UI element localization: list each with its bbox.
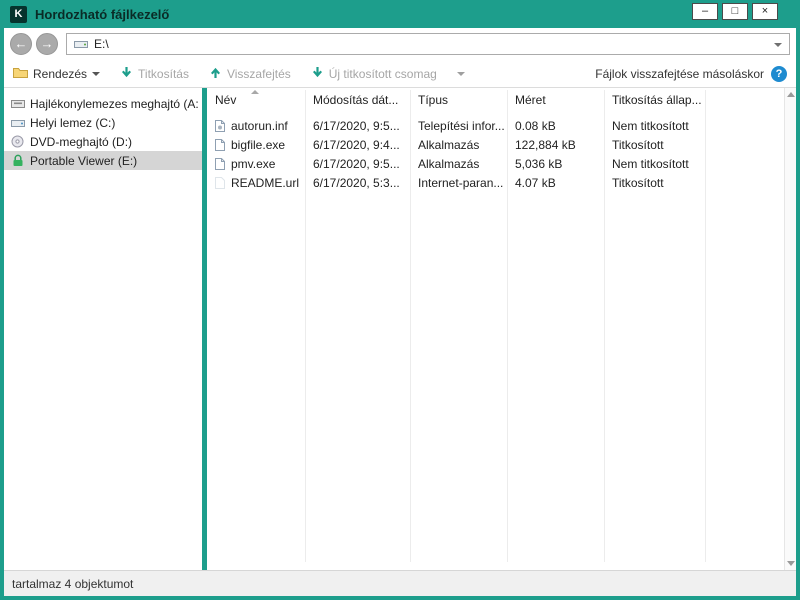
organize-dropdown-icon — [92, 72, 100, 76]
minimize-button[interactable]: – — [692, 3, 718, 20]
column-header-type[interactable]: Típus — [410, 88, 507, 112]
decrypt-arrow-icon — [209, 66, 222, 82]
sidebar-item-label: DVD-meghajtó (D:) — [30, 135, 132, 149]
file-row[interactable]: pmv.exe 6/17/2020, 9:5... Alkalmazás 5,0… — [207, 154, 784, 173]
application-file-icon — [213, 157, 226, 171]
new-package-label: Új titkosított csomag — [329, 67, 437, 81]
toolbar-right-group: Fájlok visszafejtése másoláskor ? — [595, 66, 787, 82]
navigation-bar: ← → E:\ — [4, 28, 796, 60]
window-title: Hordozható fájlkezelő — [35, 7, 169, 22]
help-info-icon[interactable]: ? — [771, 66, 787, 82]
file-size: 4.07 kB — [507, 176, 604, 190]
file-size: 5,036 kB — [507, 157, 604, 171]
file-type: Telepítési infor... — [410, 119, 507, 133]
file-type: Internet-paran... — [410, 176, 507, 190]
sort-ascending-icon — [251, 90, 259, 94]
file-name: autorun.inf — [231, 119, 288, 133]
new-package-dropdown[interactable] — [457, 72, 465, 76]
sidebar-item-label: Portable Viewer (E:) — [30, 154, 137, 168]
file-row[interactable]: autorun.inf 6/17/2020, 9:5... Telepítési… — [207, 116, 784, 135]
file-encryption-status: Titkosított — [604, 138, 705, 152]
sidebar-item-dvd-d[interactable]: DVD-meghajtó (D:) — [4, 132, 202, 151]
sidebar-item-local-c[interactable]: Helyi lemez (C:) — [4, 113, 202, 132]
encrypt-button[interactable]: Titkosítás — [120, 66, 189, 82]
column-header-status[interactable]: Titkosítás állap... — [604, 88, 705, 112]
address-dropdown-icon[interactable] — [774, 43, 782, 47]
back-button[interactable]: ← — [10, 33, 32, 55]
close-button[interactable]: × — [752, 3, 778, 20]
new-package-arrow-icon — [311, 66, 324, 82]
file-encryption-status: Titkosított — [604, 176, 705, 190]
status-text: tartalmaz 4 objektumot — [12, 577, 133, 591]
portable-file-manager-window: K Hordozható fájlkezelő – □ × ← → E:\ — [0, 0, 800, 600]
decrypt-button[interactable]: Visszafejtés — [209, 66, 291, 82]
hard-disk-icon — [10, 117, 25, 129]
encrypt-label: Titkosítás — [138, 67, 189, 81]
file-name: README.url — [231, 176, 299, 190]
scroll-down-icon[interactable] — [787, 561, 795, 566]
organize-button[interactable]: Rendezés — [13, 66, 100, 81]
new-encrypted-package-button[interactable]: Új titkosított csomag — [311, 66, 437, 82]
file-type: Alkalmazás — [410, 157, 507, 171]
application-file-icon — [213, 138, 226, 152]
client-area: ← → E:\ Rendezés — [4, 28, 796, 596]
floppy-drive-icon — [10, 98, 25, 110]
decrypt-on-copy-label[interactable]: Fájlok visszafejtése másoláskor — [595, 67, 764, 81]
lock-icon — [10, 154, 25, 167]
vertical-scrollbar[interactable] — [784, 88, 796, 570]
scroll-up-icon[interactable] — [787, 92, 795, 97]
file-modified: 6/17/2020, 5:3... — [305, 176, 410, 190]
drive-icon — [73, 38, 88, 50]
toolbar: Rendezés Titkosítás Visszafejtés Új — [4, 60, 796, 88]
decrypt-label: Visszafejtés — [227, 67, 291, 81]
file-encryption-status: Nem titkosított — [604, 157, 705, 171]
drive-sidebar: Hajlékonylemezes meghajtó (A: Helyi leme… — [4, 88, 202, 570]
content-area: Hajlékonylemezes meghajtó (A: Helyi leme… — [4, 88, 796, 570]
new-package-dropdown-icon — [457, 72, 465, 76]
file-rows: autorun.inf 6/17/2020, 9:5... Telepítési… — [207, 116, 784, 192]
file-type: Alkalmazás — [410, 138, 507, 152]
column-header-modified[interactable]: Módosítás dát... — [305, 88, 410, 112]
kaspersky-logo-icon: K — [10, 6, 27, 23]
file-modified: 6/17/2020, 9:4... — [305, 138, 410, 152]
column-header-size[interactable]: Méret — [507, 88, 604, 112]
list-header: Név Módosítás dát... Típus Méret Titkosí… — [207, 88, 784, 112]
encrypt-arrow-icon — [120, 66, 133, 82]
file-list: Név Módosítás dát... Típus Méret Titkosí… — [207, 88, 784, 570]
file-row[interactable]: README.url 6/17/2020, 5:3... Internet-pa… — [207, 173, 784, 192]
sidebar-item-label: Helyi lemez (C:) — [30, 116, 115, 130]
address-text: E:\ — [94, 37, 109, 51]
sidebar-item-label: Hajlékonylemezes meghajtó (A: — [30, 97, 199, 111]
file-size: 122,884 kB — [507, 138, 604, 152]
url-file-icon — [213, 176, 226, 190]
dvd-drive-icon — [10, 135, 25, 148]
forward-button[interactable]: → — [36, 33, 58, 55]
titlebar[interactable]: K Hordozható fájlkezelő – □ × — [0, 0, 800, 28]
file-encryption-status: Nem titkosított — [604, 119, 705, 133]
file-size: 0.08 kB — [507, 119, 604, 133]
organize-folder-icon — [13, 66, 28, 81]
column-header-name[interactable]: Név — [207, 88, 305, 112]
file-name: pmv.exe — [231, 157, 275, 171]
organize-label: Rendezés — [33, 67, 87, 81]
window-controls: – □ × — [692, 3, 778, 20]
status-bar: tartalmaz 4 objektumot — [4, 570, 796, 596]
setup-file-icon — [213, 119, 226, 133]
sidebar-item-floppy-a[interactable]: Hajlékonylemezes meghajtó (A: — [4, 94, 202, 113]
file-modified: 6/17/2020, 9:5... — [305, 119, 410, 133]
file-name: bigfile.exe — [231, 138, 285, 152]
sidebar-item-portable-viewer-e[interactable]: Portable Viewer (E:) — [4, 151, 202, 170]
file-modified: 6/17/2020, 9:5... — [305, 157, 410, 171]
maximize-button[interactable]: □ — [722, 3, 748, 20]
file-row[interactable]: bigfile.exe 6/17/2020, 9:4... Alkalmazás… — [207, 135, 784, 154]
address-bar[interactable]: E:\ — [66, 33, 790, 55]
